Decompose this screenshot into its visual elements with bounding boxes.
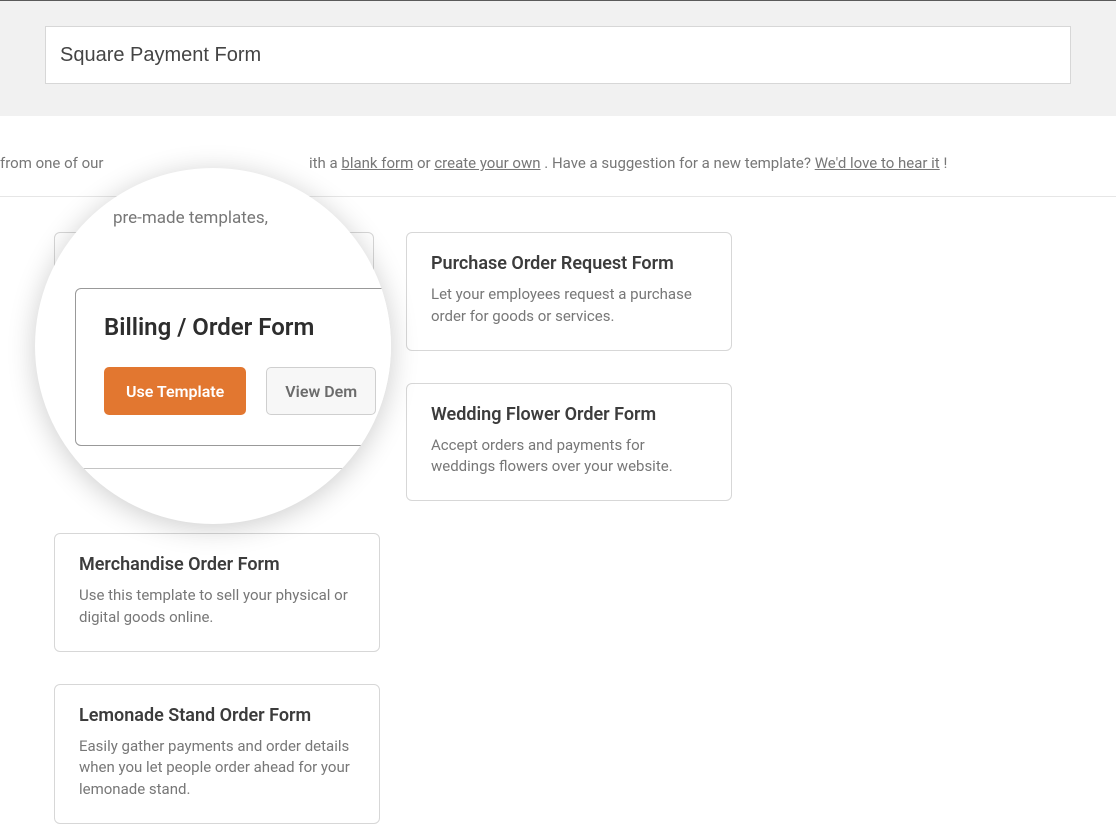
create-own-link[interactable]: create your own (434, 154, 540, 172)
card-title: Wedding Flower Order Form (431, 404, 707, 425)
zoom-lens: pre-made templates, Billing / Order Form… (35, 168, 391, 524)
template-card[interactable]: Wedding Flower Order Form Accept orders … (406, 383, 732, 502)
zoom-next-card: Acc their me Order F (75, 468, 391, 524)
desc-or: or (417, 154, 434, 172)
template-card[interactable]: Merchandise Order Form Use this template… (54, 533, 380, 652)
card-title: Lemonade Stand Order Form (79, 705, 355, 726)
template-card[interactable]: Lemonade Stand Order Form Easily gather … (54, 684, 380, 824)
form-name-input[interactable] (45, 26, 1071, 84)
card-desc: Use this template to sell your physical … (79, 585, 355, 629)
zoom-top-text: pre-made templates, (113, 208, 268, 228)
card-desc: Easily gather payments and order details… (79, 736, 355, 801)
zoom-card-title: Billing / Order Form (104, 313, 391, 341)
desc-excl: ! (943, 154, 947, 172)
zoom-next-desc-frag: Acc (75, 507, 101, 524)
card-desc: Accept orders and payments for weddings … (431, 435, 707, 479)
desc-suggestion: . Have a suggestion for a new template? (544, 154, 814, 172)
zoom-template-card[interactable]: Billing / Order Form Use Template View D… (75, 288, 391, 446)
card-title: Purchase Order Request Form (431, 253, 707, 274)
card-desc: Let your employees request a purchase or… (431, 284, 707, 328)
form-name-bar (0, 0, 1116, 116)
view-demo-label: View Dem (285, 382, 357, 401)
use-template-label: Use Template (126, 382, 224, 401)
view-demo-button[interactable]: View Dem (266, 367, 376, 415)
use-template-button[interactable]: Use Template (104, 367, 246, 415)
feedback-link[interactable]: We'd love to hear it (815, 154, 940, 172)
card-title: Merchandise Order Form (79, 554, 355, 575)
template-card[interactable]: Purchase Order Request Form Let your emp… (406, 232, 732, 351)
